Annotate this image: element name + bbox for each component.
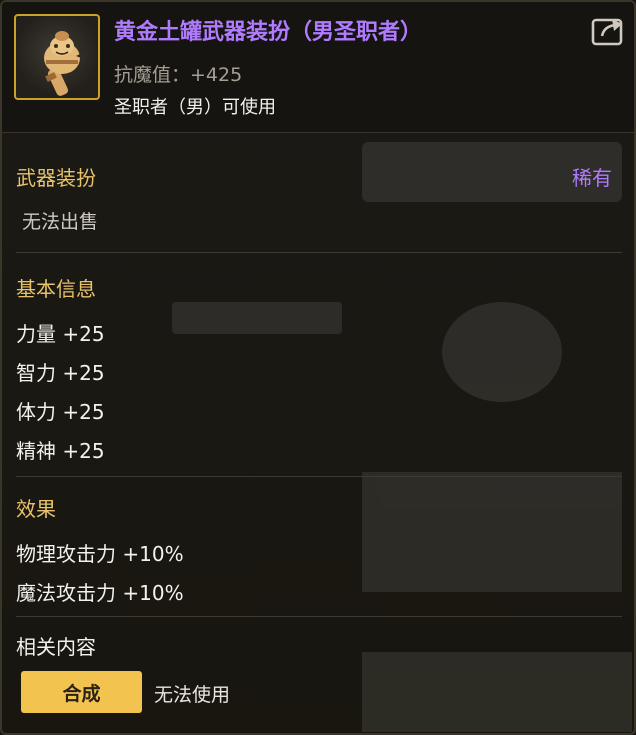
share-icon[interactable] [590, 14, 628, 48]
basic-info-label: 基本信息 [16, 277, 96, 301]
divider [16, 616, 622, 617]
effects-label: 效果 [16, 497, 56, 521]
related-content-label: 相关内容 [16, 635, 96, 659]
class-requirement: 圣职者（男）可使用 [114, 97, 276, 118]
stat-vitality: 体力 +25 [16, 400, 105, 424]
item-name: 黄金土罐武器装扮（男圣职者） [114, 20, 423, 45]
effect-magic-attack: 魔法攻击力 +10% [16, 581, 184, 605]
divider [16, 252, 622, 253]
magic-resistance-stat: 抗魔值：+425 [114, 64, 243, 86]
divider [16, 476, 622, 477]
category-label: 武器装扮 [16, 166, 96, 190]
effect-physical-attack: 物理攻击力 +10% [16, 542, 184, 566]
stat-spirit: 精神 +25 [16, 439, 105, 463]
stat-strength: 力量 +25 [16, 322, 105, 346]
rarity-label: 稀有 [572, 166, 612, 190]
item-tooltip: 黄金土罐武器装扮（男圣职者） 抗魔值：+425 圣职者（男）可使用 武器装扮 稀… [0, 0, 636, 735]
synthesize-status: 无法使用 [154, 684, 231, 706]
sell-status: 无法出售 [22, 211, 99, 233]
golden-clay-pot-weapon-icon [14, 14, 100, 100]
synthesize-button[interactable]: 合成 [21, 671, 142, 713]
tooltip-header: 黄金土罐武器装扮（男圣职者） 抗魔值：+425 圣职者（男）可使用 [2, 2, 634, 133]
stat-intelligence: 智力 +25 [16, 361, 105, 385]
